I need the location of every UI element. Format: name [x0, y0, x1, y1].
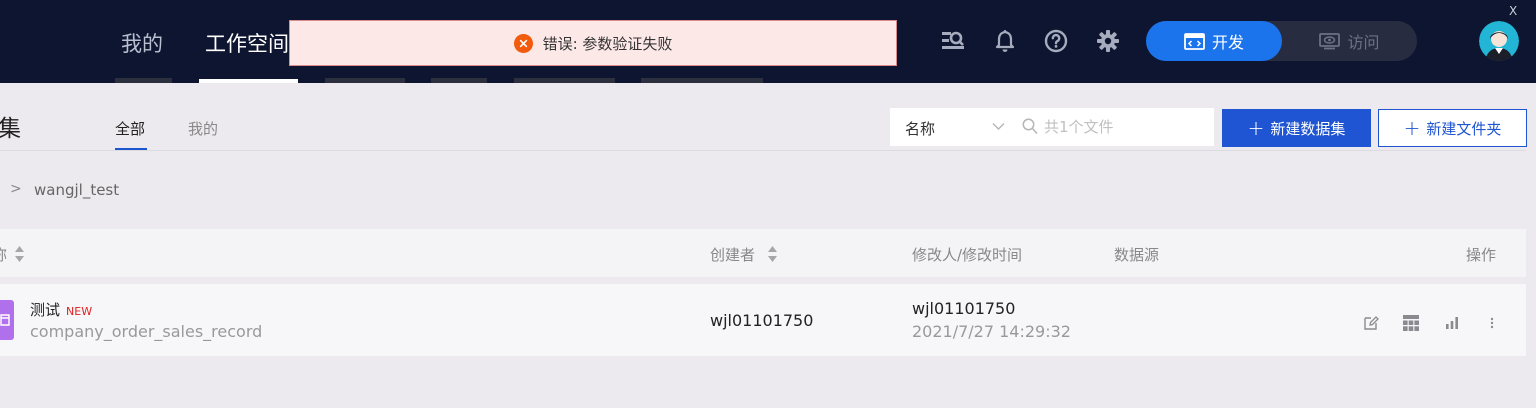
breadcrumb-separator: >: [10, 181, 22, 197]
ghost-tab: [641, 78, 763, 83]
code-window-icon: [1184, 32, 1205, 50]
visit-mode-button[interactable]: 访问: [1282, 21, 1417, 61]
table-grid-icon[interactable]: [1402, 314, 1420, 332]
nav-active-underline: [199, 79, 298, 83]
sort-icon[interactable]: [14, 245, 25, 263]
mode-switch: 开发 访问: [1146, 21, 1417, 61]
new-dataset-button[interactable]: + 新建数据集: [1222, 109, 1371, 147]
app-root: 我的 工作空间 开发 访问 X 错误: 参数验证失败 集 全部 我的 名称 共1…: [0, 0, 1536, 408]
ghost-tab: [325, 78, 405, 83]
eye-screen-icon: [1319, 32, 1341, 50]
row-table-name: company_order_sales_record: [30, 322, 263, 341]
header-source: 数据源: [1114, 246, 1160, 264]
table-header: [0, 229, 1526, 277]
row-modified-time: 2021/7/27 14:29:32: [912, 322, 1071, 341]
gear-icon[interactable]: [1096, 29, 1120, 53]
visit-mode-label: 访问: [1347, 33, 1380, 52]
dataset-icon: [0, 300, 14, 340]
new-dataset-label: 新建数据集: [1270, 119, 1346, 138]
plus-icon: +: [1403, 116, 1421, 140]
ghost-tab: [431, 78, 487, 83]
divider: [0, 150, 1526, 151]
help-icon[interactable]: [1044, 29, 1068, 53]
error-circle-icon: [513, 33, 533, 53]
header-operations: 操作: [1466, 246, 1497, 264]
row-name[interactable]: 测试 NEW: [30, 299, 92, 320]
tab-mine[interactable]: 我的: [188, 118, 218, 139]
search-input[interactable]: [1044, 115, 1208, 139]
edit-icon[interactable]: [1362, 314, 1380, 332]
new-folder-label: 新建文件夹: [1426, 119, 1502, 138]
page-title: 集: [0, 116, 21, 142]
close-icon[interactable]: X: [1509, 4, 1517, 18]
filter-field-select[interactable]: 名称: [905, 118, 935, 139]
header-modified: 修改人/修改时间: [912, 246, 1023, 264]
data-search-icon[interactable]: [941, 29, 965, 53]
nav-mine[interactable]: 我的: [121, 28, 163, 58]
bar-chart-icon[interactable]: [1443, 314, 1461, 332]
row-modifier: wjl01101750: [912, 299, 1016, 318]
tab-all[interactable]: 全部: [115, 118, 145, 139]
nav-workspace[interactable]: 工作空间: [205, 28, 289, 58]
breadcrumb-current[interactable]: wangjl_test: [34, 181, 119, 199]
header-name: 称: [0, 244, 7, 265]
header-creator: 创建者: [710, 246, 756, 264]
bell-icon[interactable]: [993, 29, 1017, 53]
new-folder-button[interactable]: + 新建文件夹: [1378, 109, 1527, 147]
plus-icon: +: [1247, 116, 1265, 140]
error-toast: 错误: 参数验证失败: [289, 20, 897, 66]
row-creator: wjl01101750: [710, 311, 814, 330]
dev-mode-label: 开发: [1211, 33, 1244, 52]
user-avatar[interactable]: [1479, 21, 1519, 61]
more-icon[interactable]: [1483, 314, 1501, 332]
ghost-tab: [514, 78, 615, 83]
new-badge: NEW: [66, 305, 93, 318]
sort-icon[interactable]: [767, 245, 778, 263]
toast-message: 错误: 参数验证失败: [542, 34, 673, 53]
search-icon: [1022, 118, 1038, 135]
dataset-name: 测试: [30, 301, 61, 319]
ghost-tab: [115, 78, 172, 83]
dev-mode-button[interactable]: 开发: [1146, 21, 1282, 61]
chevron-down-icon[interactable]: [992, 122, 1005, 131]
